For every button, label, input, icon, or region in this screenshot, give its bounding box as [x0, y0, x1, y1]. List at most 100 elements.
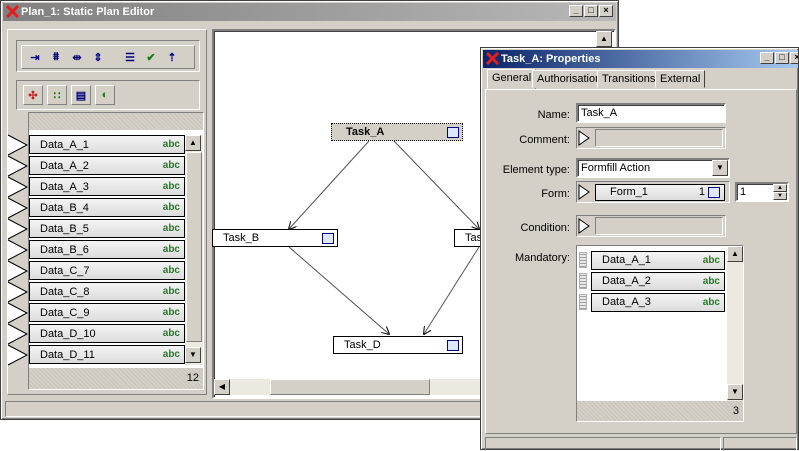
app-logo-icon	[6, 5, 19, 18]
canvas-scroll-up-button[interactable]: ▲	[596, 31, 612, 47]
tab-general[interactable]: General	[487, 69, 537, 89]
properties-title-bar[interactable]: Task_A: Properties _ □ ×	[483, 50, 798, 68]
mandatory-list-item[interactable]: Data_A_2 abc	[579, 271, 725, 291]
element-type-select[interactable]: Formfill Action ▼	[576, 158, 730, 178]
node-task-b[interactable]: Task_B	[212, 229, 338, 247]
comment-label: Comment:	[519, 134, 570, 146]
mandatory-item-label: Data_A_1	[602, 254, 651, 266]
tab-transitions[interactable]: Transitions	[597, 70, 661, 88]
tab-external[interactable]: External	[655, 70, 706, 88]
mandatory-label: Mandatory:	[514, 252, 570, 264]
properties-close-button[interactable]: ×	[790, 52, 798, 64]
data-item-chip[interactable]: Data_C_7 abc	[29, 261, 185, 280]
form-item[interactable]: Form_1 1	[595, 183, 725, 201]
mandatory-item-chip[interactable]: Data_A_1 abc	[591, 250, 725, 270]
data-item-chip[interactable]: Data_A_2 abc	[29, 156, 185, 175]
palette-toolbar: ✣ ∷ ▤ ◐	[16, 80, 200, 110]
comment-field[interactable]	[576, 127, 726, 149]
properties-maximize-button[interactable]: □	[775, 52, 789, 64]
minimize-button[interactable]: _	[569, 5, 583, 17]
canvas-hscrollbar[interactable]: ◀	[214, 379, 484, 395]
node-task-a-label: Task_A	[346, 126, 385, 138]
data-list-item[interactable]: Data_D_11 abc	[7, 344, 185, 366]
stepper-down-button[interactable]: ▼	[773, 192, 787, 200]
data-item-chip[interactable]: Data_A_3 abc	[29, 177, 185, 196]
data-list-scrollbar[interactable]: ▲ ▼	[185, 135, 203, 365]
name-label: Name:	[537, 109, 570, 121]
align-top-icon[interactable]: ⩩	[47, 48, 65, 66]
condition-drop-icon	[578, 218, 590, 234]
scroll-up-button[interactable]: ▲	[185, 135, 201, 151]
mandatory-item-label: Data_A_2	[602, 275, 651, 287]
name-input[interactable]: Task_A	[576, 103, 726, 123]
node-task-d[interactable]: Task_D	[333, 336, 463, 354]
data-item-label: Data_C_8	[40, 285, 90, 298]
form-count: 1	[698, 186, 705, 198]
maximize-button[interactable]: □	[584, 5, 598, 17]
drag-handle-icon[interactable]	[579, 273, 587, 289]
align-center-v-icon[interactable]: ⇕	[89, 48, 107, 66]
canvas-scroll-left-button[interactable]: ◀	[214, 379, 230, 395]
align-center-h-icon[interactable]: ⇹	[68, 48, 86, 66]
data-item-chip[interactable]: Data_C_9 abc	[29, 303, 185, 322]
toggle-icon[interactable]: ◐	[95, 85, 115, 105]
mandatory-scrollbar[interactable]: ▲ ▼	[727, 246, 743, 401]
data-list-item[interactable]: Data_A_3 abc	[7, 176, 185, 198]
mandatory-scroll-up-button[interactable]: ▲	[727, 246, 743, 262]
editor-title-bar[interactable]: Plan_1: Static Plan Editor _ □ ×	[3, 3, 616, 21]
mandatory-list-item[interactable]: Data_A_3 abc	[579, 292, 725, 312]
data-list-item[interactable]: Data_C_7 abc	[7, 260, 185, 282]
drag-handle-icon[interactable]	[579, 294, 587, 310]
properties-window: Task_A: Properties _ □ × General Authori…	[480, 47, 799, 451]
scroll-down-button[interactable]: ▼	[185, 347, 201, 363]
data-list-item[interactable]: Data_B_4 abc	[7, 197, 185, 219]
mandatory-scroll-down-button[interactable]: ▼	[727, 384, 743, 400]
layout-icon[interactable]: ✣	[23, 85, 43, 105]
sort-up-icon[interactable]: ⇡	[163, 48, 181, 66]
data-list-item[interactable]: Data_B_5 abc	[7, 218, 185, 240]
data-type-badge: abc	[162, 307, 180, 318]
check-icon[interactable]: ✔	[142, 48, 160, 66]
mandatory-item-chip[interactable]: Data_A_3 abc	[591, 292, 725, 312]
grid-icon[interactable]: ∷	[47, 85, 67, 105]
condition-label: Condition:	[520, 222, 570, 234]
data-list-item[interactable]: Data_C_9 abc	[7, 302, 185, 324]
node-task-b-label: Task_B	[223, 232, 260, 244]
form-field[interactable]: Form_1 1	[576, 181, 730, 203]
tab-authorisation[interactable]: Authorisation	[532, 70, 607, 88]
mandatory-type-badge: abc	[702, 296, 720, 308]
data-item-chip[interactable]: Data_B_5 abc	[29, 219, 185, 238]
list-view-icon[interactable]: ▤	[71, 85, 91, 105]
form-number-stepper[interactable]: 1 ▲ ▼	[735, 182, 789, 202]
data-list-item[interactable]: Data_B_6 abc	[7, 239, 185, 261]
data-item-label: Data_A_3	[40, 180, 89, 193]
data-item-chip[interactable]: Data_B_6 abc	[29, 240, 185, 259]
properties-minimize-button[interactable]: _	[760, 52, 774, 64]
node-task-a[interactable]: Task_A	[331, 123, 463, 141]
close-button[interactable]: ×	[599, 5, 613, 17]
stepper-up-button[interactable]: ▲	[773, 184, 787, 192]
data-list-item[interactable]: Data_C_8 abc	[7, 281, 185, 303]
data-item-chip[interactable]: Data_D_10 abc	[29, 324, 185, 343]
data-item-label: Data_A_1	[40, 138, 89, 151]
data-item-chip[interactable]: Data_D_11 abc	[29, 345, 185, 364]
data-item-chip[interactable]: Data_C_8 abc	[29, 282, 185, 301]
canvas-hscroll-thumb[interactable]	[270, 379, 430, 395]
app-logo-icon	[486, 52, 499, 65]
data-list-item[interactable]: Data_A_2 abc	[7, 155, 185, 177]
edge-c-d	[424, 246, 480, 334]
element-type-dropdown-icon[interactable]: ▼	[712, 160, 728, 176]
mandatory-item-chip[interactable]: Data_A_2 abc	[591, 271, 725, 291]
data-type-badge: abc	[162, 160, 180, 171]
properties-status-bar	[485, 437, 721, 451]
data-list-item[interactable]: Data_A_1 abc	[7, 134, 185, 156]
list-icon[interactable]: ☰	[121, 48, 139, 66]
align-left-icon[interactable]: ⇥	[26, 48, 44, 66]
data-item-chip[interactable]: Data_A_1 abc	[29, 135, 185, 154]
condition-field[interactable]	[576, 215, 726, 237]
data-item-chip[interactable]: Data_B_4 abc	[29, 198, 185, 217]
mandatory-list-item[interactable]: Data_A_1 abc	[579, 250, 725, 270]
drag-handle-icon[interactable]	[579, 252, 587, 268]
scroll-thumb[interactable]	[186, 152, 202, 342]
data-list-item[interactable]: Data_D_10 abc	[7, 323, 185, 345]
